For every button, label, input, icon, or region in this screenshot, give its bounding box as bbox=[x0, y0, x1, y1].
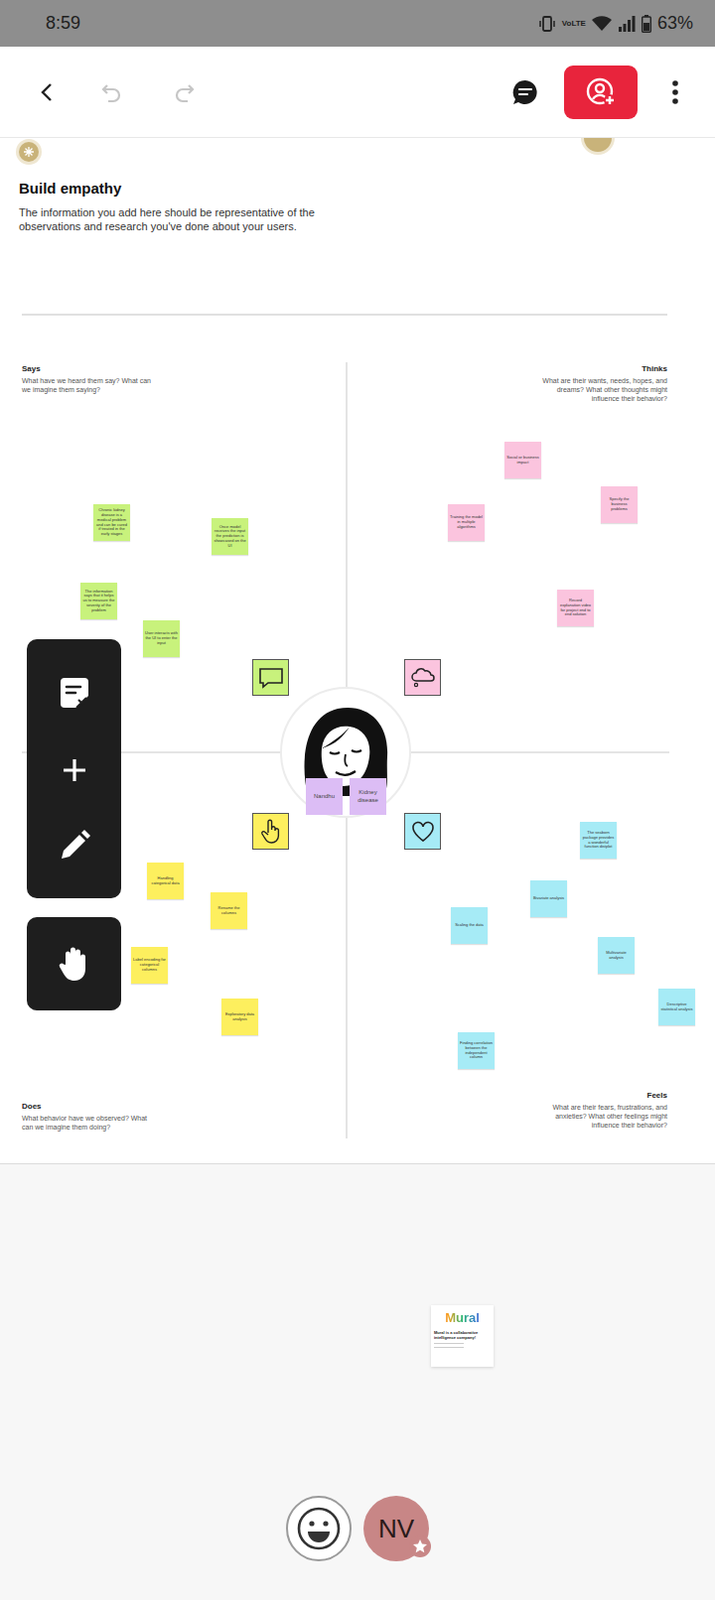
battery-percent: 63% bbox=[657, 12, 694, 34]
network-label: VoLTE bbox=[562, 18, 586, 28]
sticky-note[interactable]: Descriptive statistical analysis bbox=[658, 989, 696, 1026]
smiley-icon bbox=[295, 1506, 342, 1553]
persona-note[interactable]: Nandhu bbox=[305, 778, 343, 816]
creation-toolbar bbox=[26, 639, 122, 899]
sticky-note[interactable]: The seaborn package provides a wonderful… bbox=[579, 822, 617, 859]
hand-pointer-icon bbox=[260, 819, 283, 846]
participant-avatar[interactable]: NV bbox=[363, 1496, 429, 1563]
quadrant-icon-box bbox=[404, 659, 441, 697]
battery-icon bbox=[641, 14, 652, 33]
person-add-icon bbox=[584, 76, 617, 109]
quadrant-icon-box bbox=[252, 659, 289, 697]
sticky-note[interactable]: Once model receives the input the predic… bbox=[211, 518, 249, 556]
mural-card-text: Mural is a collaborative intelligence co… bbox=[433, 1330, 491, 1341]
heart-icon bbox=[411, 821, 435, 844]
sticky-note[interactable]: Exploratory data analysis bbox=[221, 999, 259, 1036]
undo-icon[interactable] bbox=[99, 80, 124, 105]
quadrant-prompt: What behavior have we observed? What can… bbox=[21, 1114, 156, 1133]
quadrant-title: Feels bbox=[533, 1091, 668, 1101]
signal-icon bbox=[617, 15, 636, 32]
back-icon[interactable] bbox=[35, 80, 60, 105]
quadrant-label: Feels What are their fears, frustrations,… bbox=[533, 1091, 668, 1131]
sticky-note[interactable]: Specify the business problems bbox=[600, 486, 638, 524]
quadrant-label: Thinks What are their wants, needs, hopes… bbox=[533, 364, 668, 404]
quadrant-prompt: What have we heard them say? What can we… bbox=[21, 376, 156, 395]
sticky-note-icon[interactable] bbox=[56, 676, 93, 713]
quadrant-label: Says What have we heard them say? What ca… bbox=[21, 364, 156, 395]
sticky-note[interactable]: Rename the columns bbox=[210, 892, 248, 930]
sticky-note[interactable]: Label encoding for categorical columns bbox=[131, 947, 168, 985]
sticky-note[interactable]: Scaling the data bbox=[450, 907, 488, 945]
status-icons: VoLTE 63% bbox=[538, 12, 694, 34]
screen: 8:59 VoLTE 63% Build empathy The information… bbox=[0, 0, 715, 1600]
board-canvas[interactable]: Build empathy The information you add her… bbox=[0, 138, 715, 1165]
host-badge bbox=[409, 1536, 431, 1559]
thought-bubble-icon bbox=[410, 667, 436, 690]
toolbar bbox=[0, 46, 715, 139]
bottom-bar: NV bbox=[0, 1496, 715, 1600]
lower-area: Mural Mural is a collaborative intelligen… bbox=[0, 1164, 715, 1600]
quadrant-prompt: What are their wants, needs, hopes, and … bbox=[533, 376, 668, 404]
sticky-note[interactable]: The information says that it helps us to… bbox=[80, 582, 118, 620]
sparkle-icon bbox=[23, 146, 34, 157]
section-icon bbox=[18, 142, 39, 162]
reaction-button[interactable] bbox=[286, 1496, 352, 1563]
wifi-icon bbox=[591, 15, 612, 32]
persona-note[interactable]: Kidney disease bbox=[349, 778, 387, 816]
sticky-note[interactable]: User interacts with the UI to enter the … bbox=[143, 620, 180, 658]
section-icon bbox=[583, 138, 612, 152]
board-description: The information you add here should be r… bbox=[18, 205, 362, 234]
speech-bubble-icon bbox=[258, 667, 285, 690]
separator bbox=[21, 313, 668, 316]
pencil-icon[interactable] bbox=[57, 829, 92, 863]
sticky-note[interactable]: Training the model in multiple algorithm… bbox=[447, 504, 485, 542]
status-time: 8:59 bbox=[45, 12, 81, 34]
redo-icon[interactable] bbox=[172, 80, 197, 105]
sticky-note[interactable]: Multivariate analysis bbox=[597, 937, 635, 975]
sticky-note[interactable]: Social or business impact bbox=[504, 441, 542, 479]
participant-initials: NV bbox=[378, 1514, 415, 1546]
persona-avatar bbox=[280, 687, 412, 819]
mural-card-lines bbox=[433, 1343, 464, 1349]
sticky-note[interactable]: Handling categorical data bbox=[146, 862, 184, 900]
mural-logo: Mural bbox=[433, 1311, 491, 1325]
quadrant-icon-box bbox=[404, 813, 441, 851]
quadrant-title: Does bbox=[21, 1102, 156, 1112]
face-icon bbox=[286, 693, 406, 813]
sticky-note[interactable]: Finding correlation between the independ… bbox=[457, 1032, 495, 1070]
plus-icon[interactable] bbox=[60, 756, 89, 785]
board-title: Build empathy bbox=[18, 179, 696, 197]
vibrate-icon bbox=[538, 14, 557, 33]
quadrant-title: Says bbox=[21, 364, 156, 374]
more-icon[interactable] bbox=[665, 78, 686, 107]
sticky-note[interactable]: Record explanation video for project end… bbox=[557, 589, 594, 627]
quadrant-icon-box bbox=[252, 813, 289, 851]
quadrant-title: Thinks bbox=[533, 364, 668, 374]
invite-button[interactable] bbox=[564, 65, 638, 120]
quadrant-prompt: What are their fears, frustrations, and … bbox=[533, 1103, 668, 1131]
hand-icon bbox=[56, 945, 93, 984]
chat-icon[interactable] bbox=[511, 78, 540, 107]
pan-tool[interactable] bbox=[26, 917, 122, 1011]
mural-card[interactable]: Mural Mural is a collaborative intelligen… bbox=[430, 1305, 494, 1368]
quadrant-label: Does What behavior have we observed? What… bbox=[21, 1102, 156, 1133]
sticky-note[interactable]: Bivariate analysis bbox=[530, 880, 568, 918]
status-bar: 8:59 VoLTE 63% bbox=[0, 0, 715, 47]
star-icon bbox=[412, 1539, 429, 1556]
sticky-note[interactable]: Chronic kidney disease is a medical prob… bbox=[93, 504, 131, 542]
board-header: Build empathy The information you add her… bbox=[0, 138, 715, 234]
